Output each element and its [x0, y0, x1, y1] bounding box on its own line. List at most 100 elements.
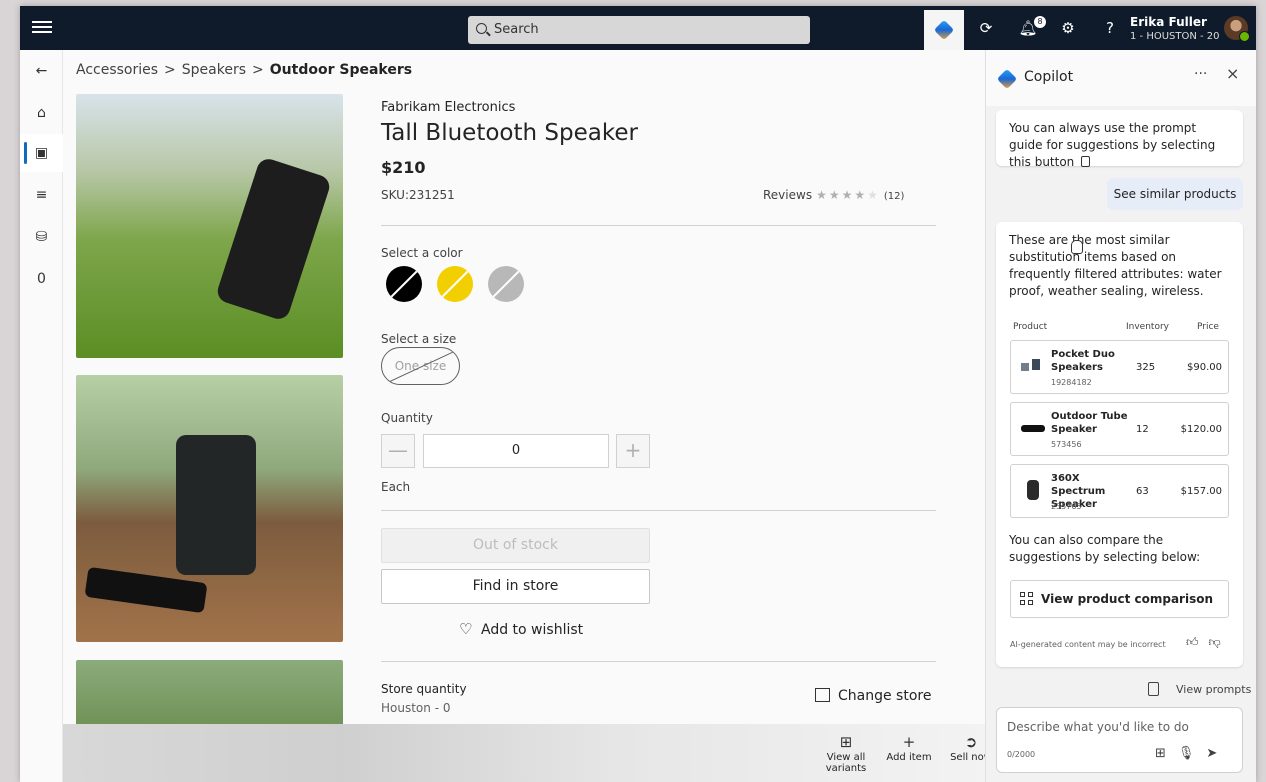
product-inventory: 12	[1136, 424, 1149, 435]
user-name[interactable]: Erika Fuller	[1130, 15, 1207, 29]
thumbs-up-icon[interactable]: 👍︎	[1186, 635, 1209, 649]
color-swatch-gray[interactable]	[488, 266, 524, 302]
divider	[381, 510, 936, 511]
mouse-cursor-icon	[1071, 240, 1083, 254]
sync-icon[interactable]: ⟳	[974, 16, 998, 40]
cart-count[interactable]: 0	[20, 260, 63, 298]
prompt-guide-grid-icon[interactable]: ⊞	[1155, 746, 1178, 761]
speaker-shape	[176, 435, 256, 575]
add-item-button[interactable]: + Add item	[884, 732, 934, 763]
add-to-wishlist-button[interactable]: ♡ Add to wishlist	[459, 620, 583, 638]
copilot-toggle-button[interactable]	[924, 10, 964, 50]
composer-input[interactable]: Describe what you'd like to do	[1007, 720, 1189, 734]
more-options-icon[interactable]: ···	[1194, 66, 1207, 82]
grid-icon: ⊞	[839, 733, 853, 751]
change-store-button[interactable]: Change store	[815, 688, 931, 704]
avatar[interactable]	[1224, 16, 1250, 42]
column-header-product: Product	[1013, 322, 1048, 332]
copilot-pane: Copilot ··· × You can always use the pro…	[985, 50, 1256, 782]
heart-icon: ♡	[459, 620, 473, 638]
select-size-label: Select a size	[381, 332, 457, 346]
chevron-right-icon: >	[164, 62, 176, 78]
product-row[interactable]: 360X Spectrum Speaker 235765 63 $157.00	[1010, 464, 1229, 518]
product-image-2[interactable]	[76, 375, 343, 642]
product-price: $210	[381, 158, 426, 177]
copilot-composer[interactable]: Describe what you'd like to do 0/2000 ⊞🎙…	[996, 707, 1243, 773]
breadcrumb-accessories[interactable]: Accessories	[76, 62, 158, 78]
product-price: $90.00	[1187, 362, 1222, 373]
response-intro: These are the most similar substitution …	[1009, 233, 1222, 298]
product-thumbnail	[1021, 480, 1045, 500]
close-icon[interactable]: ×	[1226, 64, 1239, 83]
hamburger-menu-icon[interactable]	[32, 18, 52, 38]
help-icon[interactable]: ?	[1098, 16, 1122, 40]
store-location: Houston - 0	[381, 701, 451, 715]
product-thumbnail	[1021, 421, 1045, 435]
color-swatch-yellow[interactable]	[437, 266, 473, 302]
search-input[interactable]: Search	[468, 16, 810, 44]
copilot-header: Copilot ··· ×	[986, 50, 1256, 106]
breadcrumb-speakers[interactable]: Speakers	[182, 62, 246, 78]
wishlist-label: Add to wishlist	[481, 622, 584, 638]
compare-text: You can also compare the suggestions by …	[1009, 533, 1201, 564]
breadcrumb: Accessories > Speakers > Outdoor Speakers	[76, 62, 412, 78]
find-in-store-button[interactable]: Find in store	[381, 569, 650, 604]
quantity-input[interactable]: 0	[423, 434, 609, 468]
notification-badge: 8	[1034, 16, 1046, 28]
product-inventory: 325	[1136, 362, 1156, 373]
left-rail: ← ⌂ ▣ ≡ ⛁ 0	[20, 50, 63, 782]
product-row[interactable]: Outdoor Tube Speaker 573456 12 $120.00	[1010, 402, 1229, 456]
store-icon	[815, 688, 830, 702]
column-header-price: Price	[1197, 322, 1219, 332]
star-rating-icon: ★★★★★	[816, 188, 880, 202]
breadcrumb-current: Outdoor Speakers	[269, 62, 413, 78]
suggestion-chip[interactable]: See similar products	[1107, 178, 1243, 210]
user-store: 1 - HOUSTON - 20	[1130, 31, 1220, 42]
product-image-1[interactable]	[76, 94, 343, 358]
composer-actions: ⊞🎙︎➤	[1155, 746, 1229, 761]
thumbs-down-icon[interactable]: 👎︎	[1209, 635, 1231, 649]
quantity-decrease-button[interactable]: —	[381, 434, 415, 468]
product-image-3[interactable]	[76, 660, 343, 730]
view-all-variants-button[interactable]: ⊞ View all variants	[821, 732, 871, 774]
copilot-icon	[996, 68, 1018, 90]
product-inventory: 63	[1136, 486, 1149, 497]
reviews-label: Reviews	[763, 188, 813, 202]
products-icon[interactable]: ▣	[20, 134, 63, 172]
view-product-comparison-label: View product comparison	[1041, 592, 1214, 606]
shopping-bag-icon[interactable]: ⛁	[20, 218, 63, 256]
character-counter: 0/2000	[1007, 750, 1036, 759]
send-icon[interactable]: ➤	[1206, 746, 1229, 761]
unit-label: Each	[381, 480, 411, 494]
view-prompts-button[interactable]: View prompts	[1176, 683, 1251, 696]
view-product-comparison-button[interactable]: View product comparison	[1010, 580, 1229, 618]
reviews[interactable]: Reviews ★★★★★ (12)	[763, 188, 904, 202]
quantity-increase-button[interactable]: +	[616, 434, 650, 468]
select-color-label: Select a color	[381, 246, 463, 260]
out-of-stock-button[interactable]: Out of stock	[381, 528, 650, 563]
product-price: $157.00	[1180, 486, 1222, 497]
copilot-icon	[933, 19, 955, 41]
product-row[interactable]: Pocket Duo Speakers 19284182 325 $90.00	[1010, 340, 1229, 394]
size-option-one-size[interactable]: One size	[381, 347, 460, 385]
prompt-guide-icon[interactable]	[1081, 156, 1091, 167]
microphone-icon[interactable]: 🎙︎	[1178, 746, 1207, 761]
ai-disclaimer: AI-generated content may be incorrect	[1010, 640, 1166, 649]
store-quantity-label: Store quantity	[381, 682, 467, 696]
home-icon[interactable]: ⌂	[20, 94, 63, 132]
color-swatch-black[interactable]	[386, 266, 422, 302]
search-placeholder: Search	[494, 22, 539, 37]
product-sku: 19284182	[1051, 378, 1092, 387]
product-title: Tall Bluetooth Speaker	[381, 120, 638, 146]
back-arrow-icon[interactable]: ←	[20, 52, 63, 90]
gear-icon[interactable]: ⚙	[1056, 16, 1080, 40]
list-icon[interactable]: ≡	[20, 176, 63, 214]
app-window: Search ⟳ 🔔︎ 8 ⚙ ? Erika Fuller 1 - HOUST…	[20, 6, 1256, 782]
product-price: $120.00	[1180, 424, 1222, 435]
product-name: Outdoor Tube Speaker	[1051, 411, 1128, 435]
divider	[381, 661, 936, 662]
product-sku: 573456	[1051, 440, 1082, 449]
action-bar: ⊞ View all variants + Add item ➲ Sell now	[63, 724, 992, 782]
change-store-label: Change store	[838, 688, 932, 704]
prompt-guide-icon[interactable]	[1148, 682, 1159, 696]
